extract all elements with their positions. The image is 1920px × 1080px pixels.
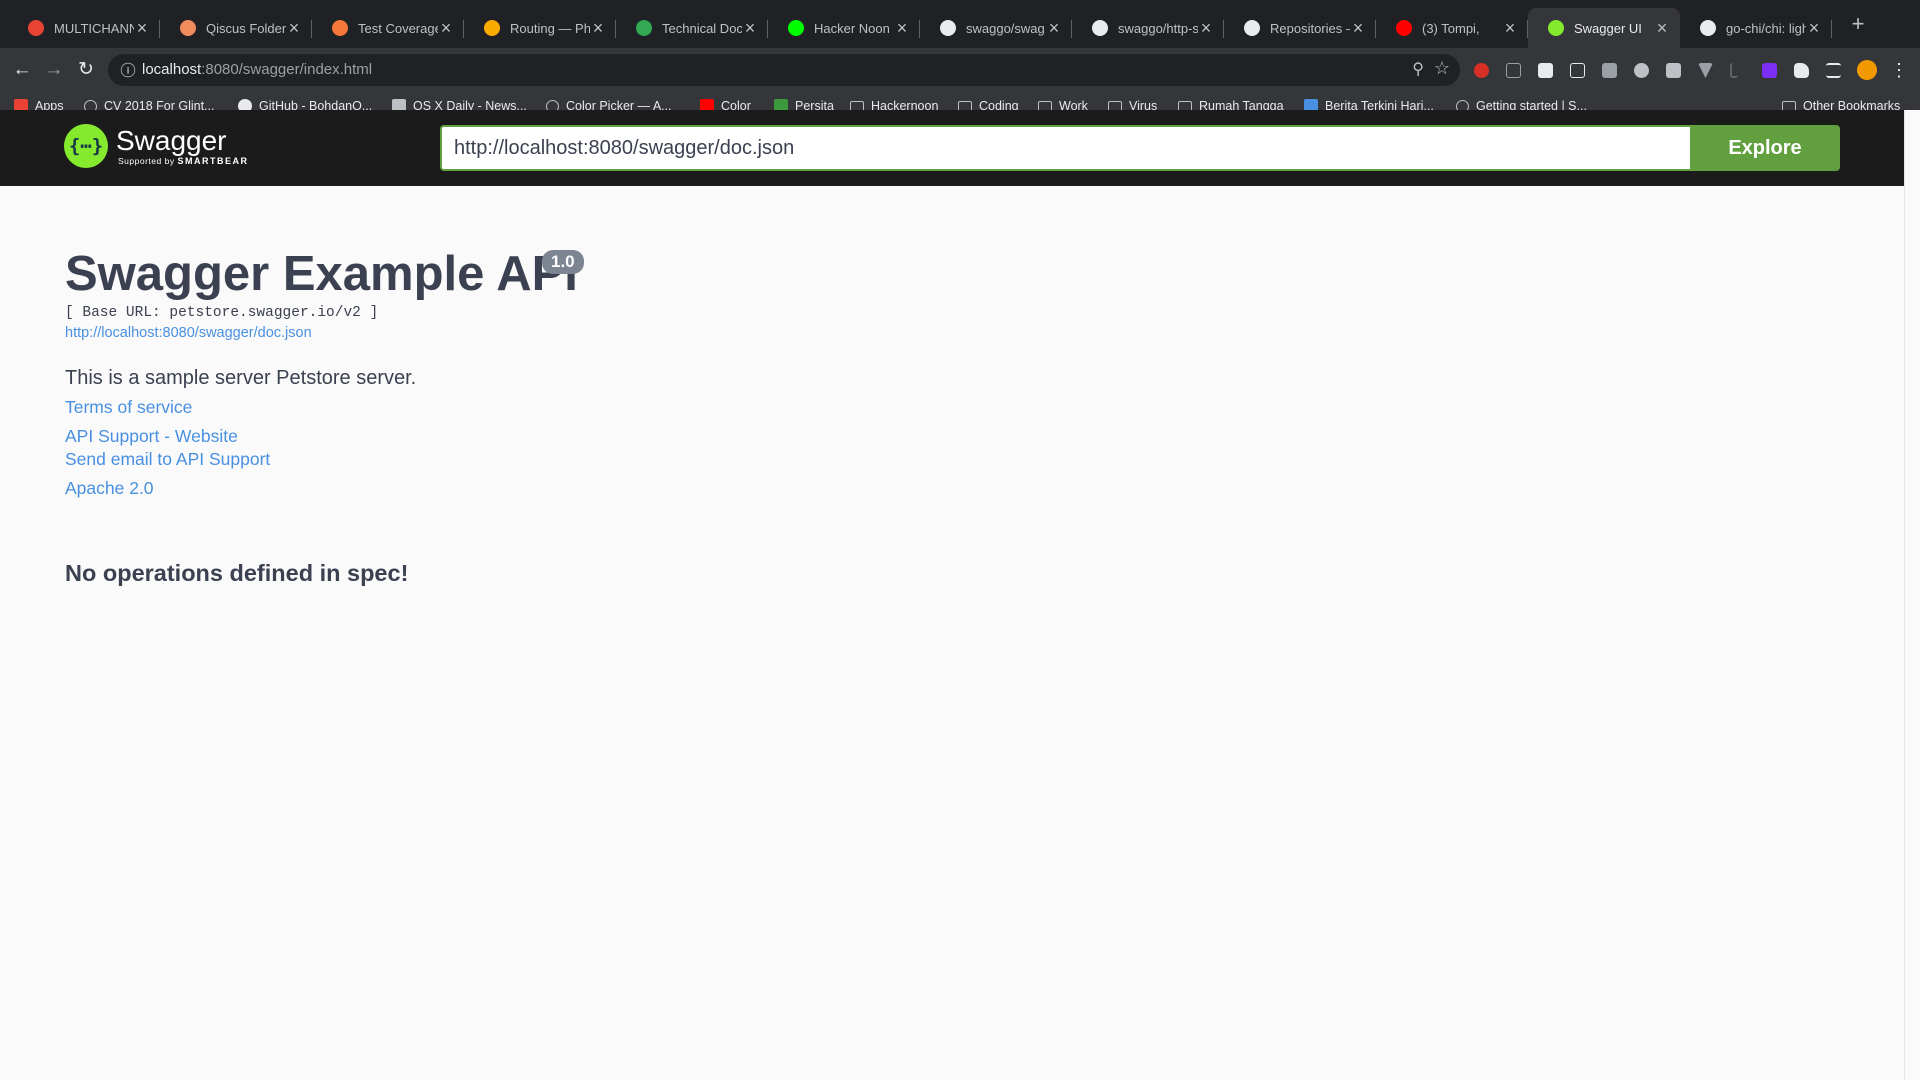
browser-tab[interactable]: Routing — Phoe× xyxy=(464,8,616,48)
tab-separator xyxy=(1831,20,1832,38)
extension-v-icon[interactable] xyxy=(1698,63,1713,78)
terms-of-service-link[interactable]: Terms of service xyxy=(65,396,1765,419)
tab-close-icon[interactable]: × xyxy=(1502,19,1518,37)
browser-toolbar: ← → ↻ i localhost:8080/swagger/index.htm… xyxy=(0,48,1920,92)
spec-url-input[interactable]: http://localhost:8080/swagger/doc.json xyxy=(440,125,1692,171)
api-info: Swagger Example API 1.0 [ Base URL: pets… xyxy=(65,246,1765,500)
tab-title: Hacker Noon 2 xyxy=(814,20,894,36)
browser-tab[interactable]: go-chi/chi: ligh × xyxy=(1680,8,1832,48)
browser-tab[interactable]: Swagger UI × xyxy=(1528,8,1680,48)
tab-title: Routing — Phoe xyxy=(510,20,590,36)
tab-title: Test Coverage xyxy=(358,20,438,36)
tab-title: Technical Docu xyxy=(662,20,742,36)
base-url: [ Base URL: petstore.swagger.io/v2 ] xyxy=(65,305,379,321)
tab-close-icon[interactable]: × xyxy=(1350,19,1366,37)
site-info-icon[interactable]: i xyxy=(120,62,136,78)
tab-title: Qiscus Folder - xyxy=(206,20,286,36)
tab-title: Swagger UI xyxy=(1574,20,1642,36)
smartbear-label: SMARTBEAR xyxy=(177,156,249,166)
tab-favicon-icon xyxy=(180,20,196,36)
back-arrow-icon[interactable]: ← xyxy=(8,56,36,84)
license-link[interactable]: Apache 2.0 xyxy=(65,477,1765,500)
tab-close-icon[interactable]: × xyxy=(742,19,758,37)
api-support-website-link[interactable]: API Support - Website xyxy=(65,425,1765,448)
swagger-logo[interactable]: {⋯} Swagger Supported by SMARTBEAR xyxy=(64,124,248,168)
spec-json-link[interactable]: http://localhost:8080/swagger/doc.json xyxy=(65,322,1765,344)
browser-tab[interactable]: swaggo/http-sw× xyxy=(1072,8,1224,48)
extension-camera-icon[interactable] xyxy=(1666,63,1681,78)
browser-tab[interactable]: Repositories — × xyxy=(1224,8,1376,48)
browser-tabstrip: + MULTICHANNEL×Qiscus Folder -×Test Cove… xyxy=(0,0,1920,48)
tab-favicon-icon xyxy=(28,20,44,36)
tab-favicon-icon xyxy=(332,20,348,36)
zoom-icon[interactable]: ⚲ xyxy=(1412,59,1424,79)
extensions-puzzle-icon[interactable] xyxy=(1794,63,1809,78)
version-badge: 1.0 xyxy=(542,250,584,274)
bookmark-star-icon[interactable]: ☆ xyxy=(1434,58,1450,79)
swagger-logo-name: Swagger xyxy=(116,125,227,156)
api-title: Swagger Example API xyxy=(65,247,578,301)
tab-close-icon[interactable]: × xyxy=(1046,19,1062,37)
tab-close-icon[interactable]: × xyxy=(1806,19,1822,37)
extension-l-icon[interactable] xyxy=(1730,63,1738,78)
api-support-email-link[interactable]: Send email to API Support xyxy=(65,448,1765,471)
explore-button[interactable]: Explore xyxy=(1690,125,1840,171)
browser-tab[interactable]: (3) Tompi, × xyxy=(1376,8,1528,48)
browser-tab[interactable]: Hacker Noon 2 × xyxy=(768,8,920,48)
tab-favicon-icon xyxy=(940,20,956,36)
swagger-logo-icon: {⋯} xyxy=(64,124,108,168)
extension-wave-icon[interactable] xyxy=(1634,63,1649,78)
forward-arrow-icon[interactable]: → xyxy=(40,56,68,84)
tab-title: Repositories — xyxy=(1270,20,1350,36)
extension-doc-icon[interactable] xyxy=(1538,63,1553,78)
supported-by-label: Supported by xyxy=(118,156,175,166)
tab-close-icon[interactable]: × xyxy=(1654,19,1670,37)
tab-close-icon[interactable]: × xyxy=(1198,19,1214,37)
tab-favicon-icon xyxy=(1548,20,1564,36)
reload-icon[interactable]: ↻ xyxy=(72,56,100,84)
browser-tab[interactable]: Technical Docu × xyxy=(616,8,768,48)
extension-red-icon[interactable] xyxy=(1474,63,1489,78)
no-operations-message: No operations defined in spec! xyxy=(65,560,409,586)
tab-favicon-icon xyxy=(788,20,804,36)
swagger-topbar: {⋯} Swagger Supported by SMARTBEAR http:… xyxy=(0,110,1904,186)
tab-favicon-icon xyxy=(636,20,652,36)
swagger-logo-sub: Supported by SMARTBEAR xyxy=(118,156,248,166)
address-url[interactable]: localhost:8080/swagger/index.html xyxy=(142,61,372,78)
extension-json-icon[interactable] xyxy=(1506,63,1521,78)
extension-k-icon[interactable] xyxy=(1602,63,1617,78)
browser-tab[interactable]: Qiscus Folder - × xyxy=(160,8,312,48)
address-path: :8080/swagger/index.html xyxy=(201,61,373,78)
api-description: This is a sample server Petstore server. xyxy=(65,367,417,389)
tab-favicon-icon xyxy=(1244,20,1260,36)
extension-purple-icon[interactable] xyxy=(1762,63,1777,78)
tab-title: MULTICHANNEL xyxy=(54,20,134,36)
swagger-logo-text: Swagger Supported by SMARTBEAR xyxy=(116,125,248,167)
tab-title: swaggo/http-sw xyxy=(1118,20,1198,36)
tab-close-icon[interactable]: × xyxy=(590,19,606,37)
tab-favicon-icon xyxy=(484,20,500,36)
page-scrollbar[interactable] xyxy=(1904,110,1920,1080)
profile-avatar-icon[interactable] xyxy=(1857,60,1877,80)
browser-menu-icon[interactable]: ⋮ xyxy=(1890,58,1908,82)
tab-close-icon[interactable]: × xyxy=(894,19,910,37)
tab-title: swaggo/swag: xyxy=(966,20,1046,36)
tab-close-icon[interactable]: × xyxy=(286,19,302,37)
tab-favicon-icon xyxy=(1396,20,1412,36)
address-bar[interactable]: i localhost:8080/swagger/index.html ⚲ ☆ xyxy=(108,54,1460,86)
browser-tab[interactable]: swaggo/swag: × xyxy=(920,8,1072,48)
address-host: localhost xyxy=(142,61,202,78)
new-tab-button[interactable]: + xyxy=(1845,12,1871,38)
browser-tab[interactable]: Test Coverage × xyxy=(312,8,464,48)
tab-title: go-chi/chi: ligh xyxy=(1726,20,1806,36)
browser-tab[interactable]: MULTICHANNEL× xyxy=(8,8,160,48)
reading-list-icon[interactable] xyxy=(1826,63,1841,78)
extension-cb-icon[interactable] xyxy=(1570,63,1585,78)
tab-favicon-icon xyxy=(1700,20,1716,36)
tab-close-icon[interactable]: × xyxy=(438,19,454,37)
tab-close-icon[interactable]: × xyxy=(134,19,150,37)
tab-title: (3) Tompi, xyxy=(1422,20,1480,36)
tab-favicon-icon xyxy=(1092,20,1108,36)
